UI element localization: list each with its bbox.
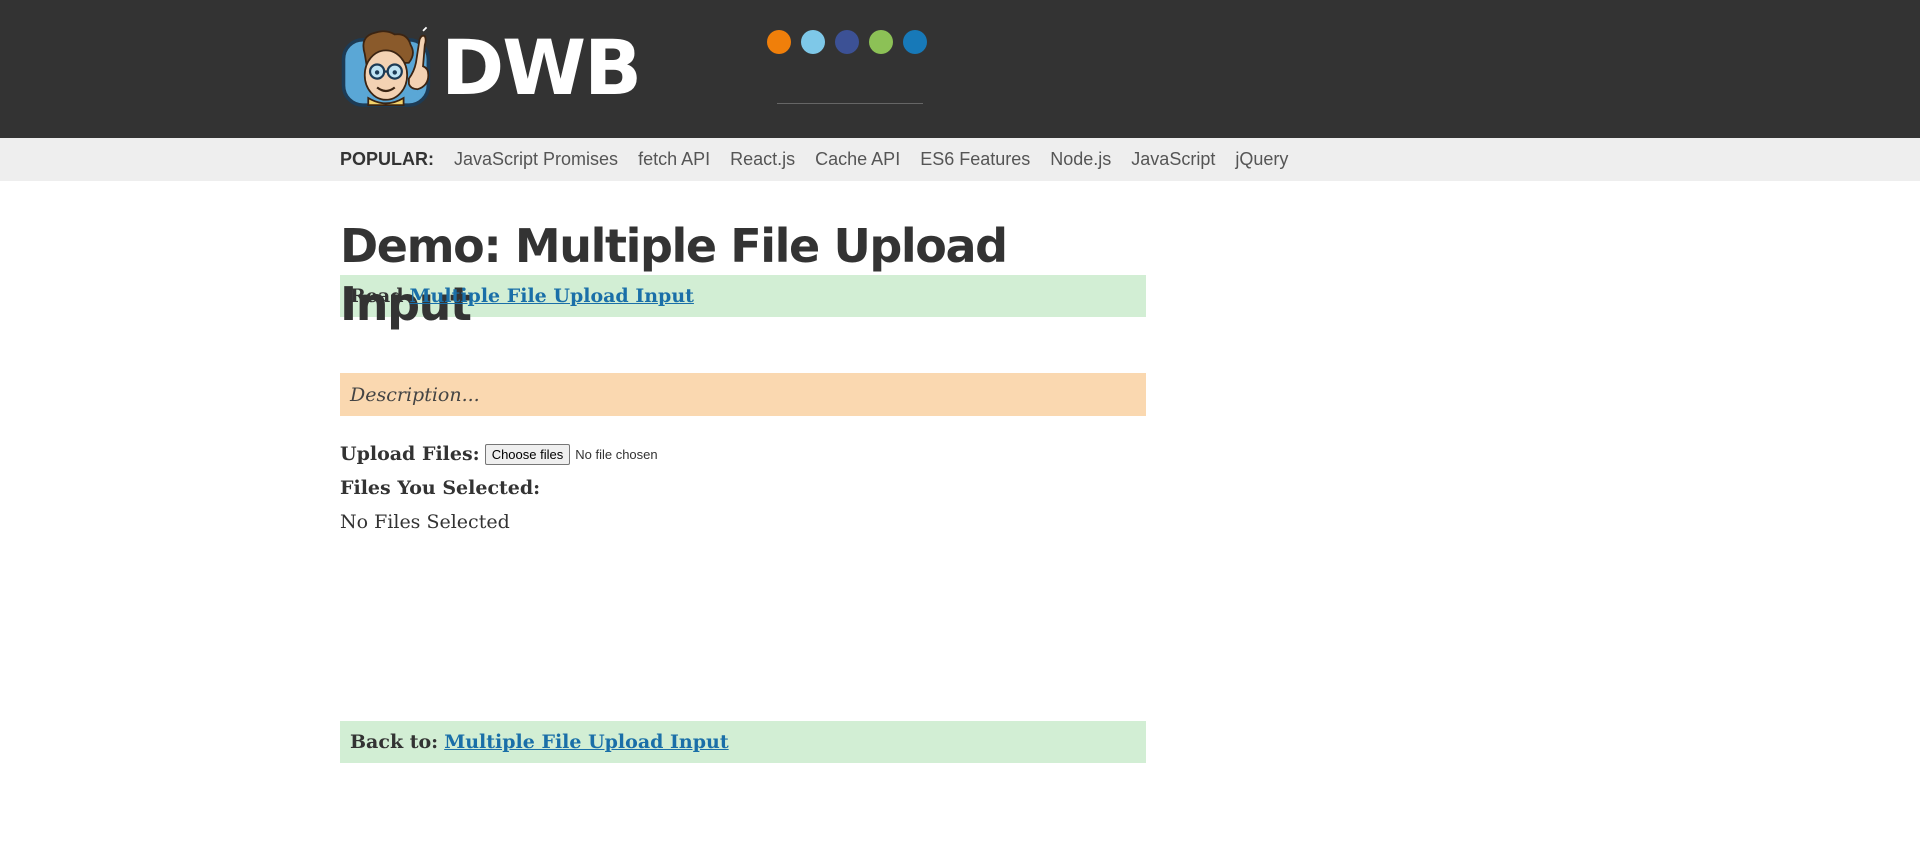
read-article-link[interactable]: Multiple File Upload Input (409, 285, 693, 307)
search-input-underline[interactable] (777, 103, 923, 104)
popular-link-cache-api[interactable]: Cache API (815, 149, 900, 170)
upload-row: Upload Files: Choose files No file chose… (340, 440, 1146, 468)
logo-text: DWB (441, 23, 642, 112)
upload-label: Upload Files: (340, 443, 480, 465)
description-text: Description... (350, 383, 480, 406)
popular-link-javascript-promises[interactable]: JavaScript Promises (454, 149, 618, 170)
david-walsh-mascot-icon (341, 26, 431, 107)
files-selected-value: No Files Selected (340, 511, 510, 533)
choose-files-button[interactable]: Choose files (484, 443, 571, 465)
popular-link-nodejs[interactable]: Node.js (1050, 149, 1111, 170)
popular-link-javascript[interactable]: JavaScript (1131, 149, 1215, 170)
popular-label: POPULAR: (340, 149, 434, 169)
navy-dot[interactable] (835, 30, 859, 54)
popular-links: POPULAR: JavaScript Promises fetch API R… (340, 138, 1308, 181)
orange-dot[interactable] (767, 30, 791, 54)
back-to-link[interactable]: Multiple File Upload Input (444, 731, 728, 753)
main-content: Demo: Multiple File Upload Input Read Mu… (340, 181, 1146, 536)
site-header: DWB (0, 0, 1920, 138)
logo-link[interactable]: DWB (340, 22, 642, 114)
back-to-box: Back to: Multiple File Upload Input (340, 721, 1146, 763)
description-box: Description... (340, 373, 1146, 416)
page-title: Demo: Multiple File Upload Input (340, 219, 1008, 331)
popular-link-fetch-api[interactable]: fetch API (638, 149, 710, 170)
file-status: No file chosen (575, 446, 658, 462)
popular-link-es6-features[interactable]: ES6 Features (920, 149, 1030, 170)
back-prefix: Back to: (350, 731, 439, 753)
read-prefix: Read (350, 285, 404, 307)
color-dots (767, 30, 927, 54)
popular-link-reactjs[interactable]: React.js (730, 149, 795, 170)
popular-link-jquery[interactable]: jQuery (1235, 149, 1288, 170)
files-selected-label: Files You Selected: (340, 477, 541, 499)
green-dot[interactable] (869, 30, 893, 54)
popular-bar: POPULAR: JavaScript Promises fetch API R… (0, 138, 1920, 181)
light-blue-dot[interactable] (801, 30, 825, 54)
blue-dot[interactable] (903, 30, 927, 54)
